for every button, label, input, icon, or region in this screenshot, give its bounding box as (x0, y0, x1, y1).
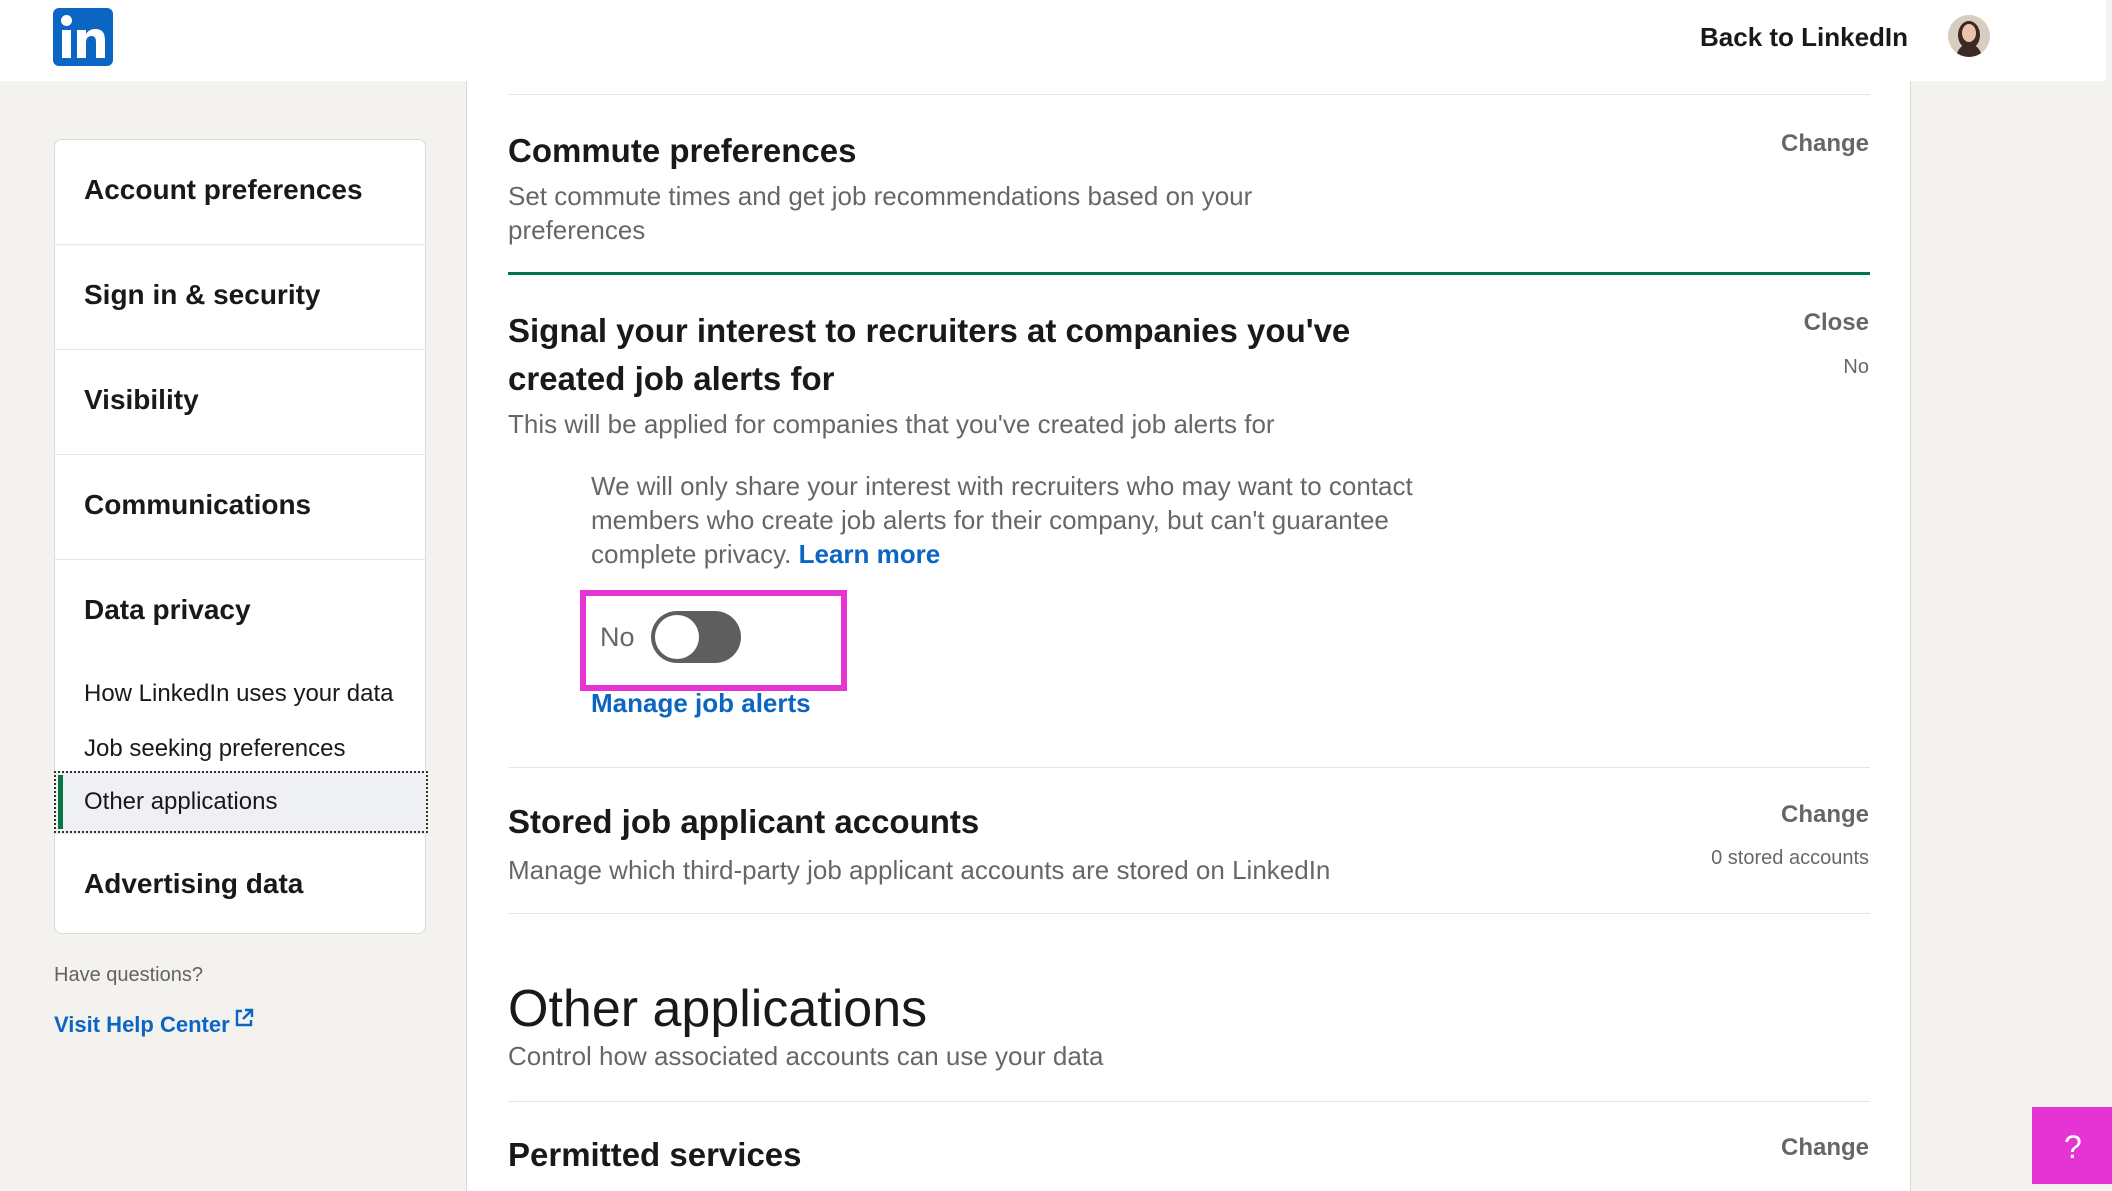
other-applications-description: Control how associated accounts can use … (508, 1041, 1104, 1071)
settings-main-panel: Commute preferences Change Set commute t… (466, 81, 1911, 1191)
settings-sidebar: Account preferences Sign in & security V… (54, 139, 428, 934)
sidebar-item-label: Data privacy (84, 594, 251, 625)
permitted-services-title: Permitted services (508, 1136, 802, 1173)
divider (508, 1101, 1870, 1102)
help-link-label: Visit Help Center (54, 1012, 230, 1037)
stored-accounts-description: Manage which third-party job applicant a… (508, 855, 1331, 885)
toggle-state-label: No (600, 622, 635, 652)
external-link-icon (235, 1008, 253, 1027)
sidebar-item-visibility[interactable]: Visibility (55, 350, 425, 455)
manage-job-alerts-link[interactable]: Manage job alerts (591, 688, 811, 719)
divider (508, 767, 1870, 768)
sidebar-item-label: Visibility (84, 384, 199, 415)
toggle-knob (655, 615, 699, 659)
sidebar-item-label: Account preferences (84, 174, 363, 205)
signal-close-button[interactable]: Close (1804, 309, 1869, 337)
sidebar-item-communications[interactable]: Communications (55, 455, 425, 560)
stored-accounts-title: Stored job applicant accounts (508, 803, 980, 840)
description-line: Set commute times and get job recommenda… (508, 181, 1253, 211)
sidebar-item-label: Sign in & security (84, 279, 321, 310)
other-applications-heading: Other applications (508, 980, 928, 1038)
sidebar-item-label: Communications (84, 489, 312, 520)
learn-more-link[interactable]: Learn more (799, 539, 941, 569)
title-line: Signal your interest to recruiters at co… (508, 312, 1351, 349)
top-header: Back to LinkedIn (0, 0, 2112, 81)
help-widget-button[interactable]: ? (2032, 1107, 2112, 1184)
divider (508, 94, 1870, 95)
linkedin-logo-icon[interactable] (53, 8, 113, 66)
sidebar-subitem-how-linkedin-uses-data[interactable]: How LinkedIn uses your data (55, 667, 425, 721)
privacy-notice-text: We will only share your interest with re… (591, 471, 1413, 569)
page-scrollbar[interactable] (2106, 0, 2112, 1184)
description-line: preferences (508, 215, 646, 245)
stored-accounts-change-button[interactable]: Change (1781, 801, 1869, 829)
avatar[interactable] (1948, 15, 1990, 57)
help-question-text: Have questions? (54, 964, 203, 986)
divider (508, 913, 1870, 914)
signal-privacy-notice: We will only share your interest with re… (591, 469, 1491, 571)
sidebar-subitem-label: How LinkedIn uses your data (84, 680, 394, 707)
title-line: created job alerts for (508, 360, 835, 397)
commute-preferences-title: Commute preferences (508, 132, 857, 169)
sidebar-item-label: Advertising data (84, 868, 304, 899)
sidebar-item-advertising-data[interactable]: Advertising data (55, 833, 425, 933)
sidebar-item-account-preferences[interactable]: Account preferences (55, 140, 425, 245)
visit-help-center-link[interactable]: Visit Help Center (54, 1008, 254, 1038)
permitted-services-change-button[interactable]: Change (1781, 1134, 1869, 1162)
sidebar-subitem-label: Other applications (84, 788, 278, 815)
sidebar-item-data-privacy[interactable]: Data privacy (55, 560, 425, 665)
sidebar-subitem-job-seeking-preferences[interactable]: Job seeking preferences (55, 722, 425, 776)
stored-accounts-count: 0 stored accounts (1711, 847, 1869, 869)
signal-interest-description: This will be applied for companies that … (508, 409, 1275, 439)
commute-change-button[interactable]: Change (1781, 130, 1869, 158)
sidebar-item-sign-in-security[interactable]: Sign in & security (55, 245, 425, 350)
expanded-section-divider (508, 272, 1870, 275)
signal-status-value: No (1843, 356, 1869, 378)
back-to-linkedin-link[interactable]: Back to LinkedIn (1700, 20, 1908, 54)
signal-interest-toggle[interactable] (651, 611, 741, 663)
signal-interest-title: Signal your interest to recruiters at co… (508, 307, 1350, 403)
sidebar-subitem-other-applications[interactable]: Other applications (54, 771, 428, 833)
sidebar-subitem-label: Job seeking preferences (84, 735, 346, 762)
help-question-mark-icon: ? (2064, 1129, 2082, 1165)
commute-preferences-description: Set commute times and get job recommenda… (508, 179, 1408, 247)
